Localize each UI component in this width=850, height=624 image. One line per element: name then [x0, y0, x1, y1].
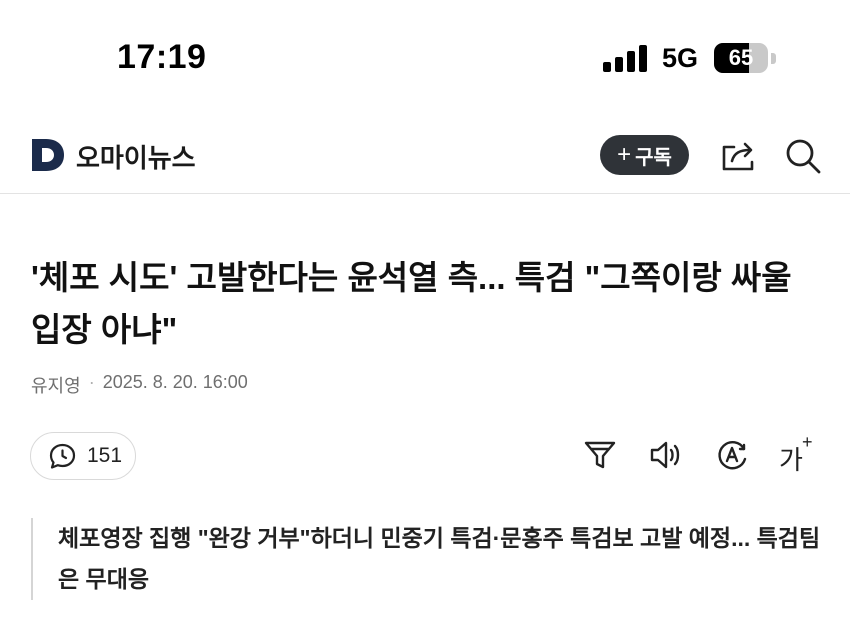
speaker-icon[interactable] — [648, 437, 684, 473]
article-meta: 유지영 · 2025. 8. 20. 16:00 — [31, 372, 248, 398]
logo-icon[interactable] — [31, 138, 65, 172]
battery-level: 65 — [728, 45, 754, 70]
plus-icon: + — [617, 141, 632, 168]
cellular-signal-icon — [603, 44, 647, 72]
status-time: 17:19 — [117, 38, 207, 76]
publish-datetime: 2025. 8. 20. 16:00 — [102, 372, 248, 392]
author-name[interactable]: 유지영 — [31, 372, 81, 398]
app-header: 오마이뉴스 + 구독 — [0, 118, 850, 194]
article-summary: 체포영장 집행 "완강 거부"하더니 민중기 특검·문홍주 특검보 고발 예정.… — [31, 518, 821, 600]
filter-icon[interactable] — [582, 437, 618, 473]
network-type: 5G — [662, 43, 699, 73]
comment-count: 151 — [87, 444, 123, 467]
comment-icon — [49, 443, 76, 469]
battery-cap — [771, 53, 776, 64]
font-size-button[interactable]: 가 + — [779, 432, 819, 475]
status-bar: 17:19 5G 65 — [0, 0, 850, 118]
search-icon[interactable] — [783, 137, 823, 175]
article-title: '체포 시도' 고발한다는 윤석열 측... 특검 "그쪽이랑 싸울 입장 아냐… — [31, 259, 792, 348]
brand-name[interactable]: 오마이뉴스 — [76, 138, 196, 175]
font-size-plus: + — [802, 432, 813, 452]
subscribe-label: 구독 — [635, 146, 672, 169]
meta-separator: · — [88, 372, 95, 392]
subscribe-button[interactable]: + 구독 — [600, 135, 689, 175]
share-icon[interactable] — [719, 138, 757, 174]
font-size-icon: 가 — [779, 445, 803, 475]
battery-icon: 65 — [714, 43, 768, 73]
translate-icon[interactable] — [714, 437, 750, 473]
comment-button[interactable]: 151 — [30, 432, 136, 480]
